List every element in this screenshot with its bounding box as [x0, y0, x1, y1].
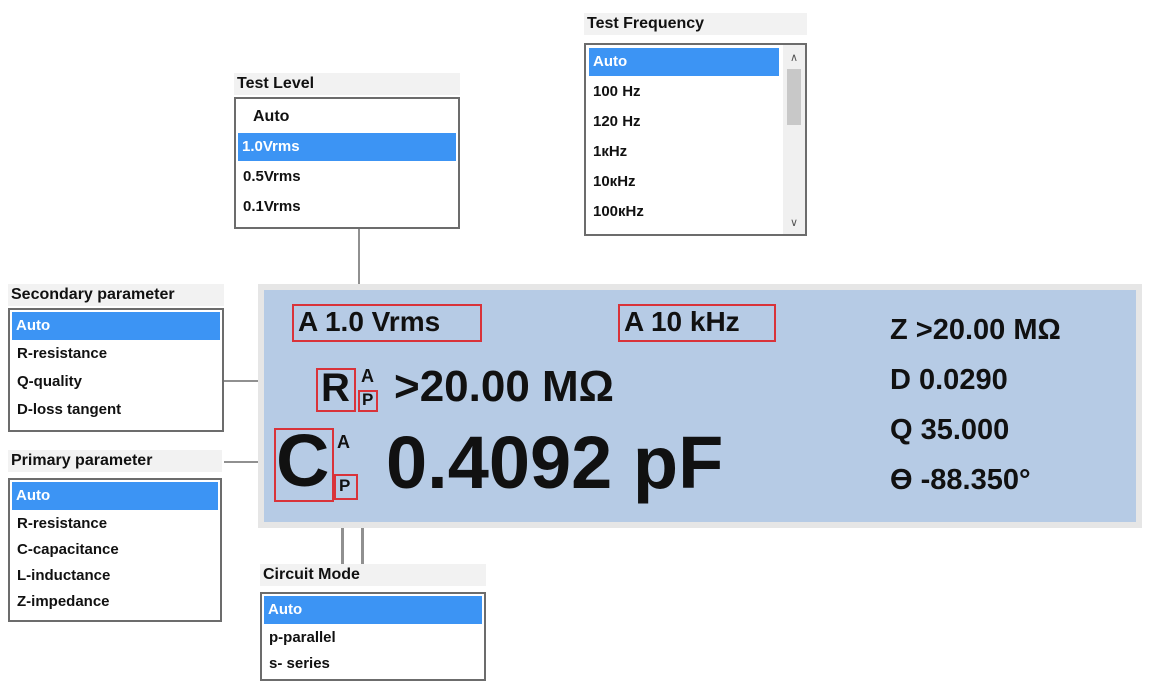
- d-readout: D 0.0290: [890, 364, 1008, 396]
- secondary-mode-circuit: P: [362, 390, 374, 409]
- measurement-display: A 1.0 Vrms A 10 kHz R A P >20.00 MΩ C A …: [258, 284, 1142, 528]
- circuit-mode-title: Circuit Mode: [260, 564, 486, 586]
- test-frequency-option-100hz[interactable]: 100 Hz: [589, 78, 779, 106]
- test-frequency-option-1khz[interactable]: 1кHz: [589, 138, 779, 166]
- theta-readout: ϴ -88.350°: [890, 464, 1031, 496]
- test-frequency-panel: Test Frequency Auto 100 Hz 120 Hz 1кHz 1…: [584, 13, 807, 236]
- circuit-mode-panel: Circuit Mode Auto p-parallel s- series: [260, 564, 486, 681]
- primary-param-option-z-impedance[interactable]: Z-impedance: [13, 588, 217, 616]
- primary-param-option-l-inductance[interactable]: L-inductance: [13, 562, 217, 590]
- primary-param-option-c-capacitance[interactable]: C-capacitance: [13, 536, 217, 564]
- level-readout: A 1.0 Vrms: [298, 306, 441, 337]
- primary-parameter-title: Primary parameter: [8, 450, 222, 472]
- test-frequency-option-120hz[interactable]: 120 Hz: [589, 108, 779, 136]
- test-level-panel: Test Level Auto 1.0Vrms 0.5Vrms 0.1Vrms: [234, 73, 460, 229]
- secondary-parameter-panel: Secondary parameter Auto R-resistance Q-…: [8, 284, 224, 432]
- test-level-option-auto[interactable]: Auto: [239, 103, 455, 131]
- primary-parameter-listbox[interactable]: Auto R-resistance C-capacitance L-induct…: [8, 478, 222, 622]
- test-frequency-option-auto[interactable]: Auto: [589, 48, 779, 76]
- test-frequency-title: Test Frequency: [584, 13, 807, 35]
- scroll-down-icon[interactable]: ∨: [783, 214, 805, 232]
- test-level-option-1vrms[interactable]: 1.0Vrms: [238, 133, 456, 161]
- primary-param-option-auto[interactable]: Auto: [12, 482, 218, 510]
- scroll-up-icon[interactable]: ∧: [783, 49, 805, 67]
- secondary-param-option-d-loss-tangent[interactable]: D-loss tangent: [13, 396, 219, 424]
- test-frequency-scrollbar[interactable]: ∧ ∨: [783, 45, 805, 234]
- q-readout: Q 35.000: [890, 414, 1010, 446]
- primary-param-option-r-resistance[interactable]: R-resistance: [13, 510, 217, 538]
- circuit-mode-option-auto[interactable]: Auto: [264, 596, 482, 624]
- test-level-listbox[interactable]: Auto 1.0Vrms 0.5Vrms 0.1Vrms: [234, 97, 460, 229]
- circuit-mode-option-series[interactable]: s- series: [265, 650, 481, 678]
- frequency-readout: A 10 kHz: [624, 306, 740, 337]
- secondary-value: >20.00 MΩ: [394, 362, 614, 411]
- primary-value: 0.4092 pF: [386, 421, 724, 504]
- test-level-option-01vrms[interactable]: 0.1Vrms: [239, 193, 455, 221]
- secondary-symbol: R: [321, 366, 350, 410]
- secondary-param-option-q-quality[interactable]: Q-quality: [13, 368, 219, 396]
- test-frequency-option-100khz[interactable]: 100кHz: [589, 198, 779, 226]
- primary-mode-auto: A: [337, 432, 350, 452]
- test-frequency-option-10khz[interactable]: 10кHz: [589, 168, 779, 196]
- z-readout: Z >20.00 MΩ: [890, 314, 1061, 346]
- test-level-option-05vrms[interactable]: 0.5Vrms: [239, 163, 455, 191]
- test-level-title: Test Level: [234, 73, 460, 95]
- secondary-parameter-listbox[interactable]: Auto R-resistance Q-quality D-loss tange…: [8, 308, 224, 432]
- secondary-param-option-r-resistance[interactable]: R-resistance: [13, 340, 219, 368]
- primary-symbol: C: [276, 419, 330, 502]
- secondary-param-option-auto[interactable]: Auto: [12, 312, 220, 340]
- test-frequency-listbox[interactable]: Auto 100 Hz 120 Hz 1кHz 10кHz 100кHz ∧ ∨: [584, 43, 807, 236]
- circuit-mode-listbox[interactable]: Auto p-parallel s- series: [260, 592, 486, 681]
- primary-parameter-panel: Primary parameter Auto R-resistance C-ca…: [8, 450, 222, 622]
- scrollbar-thumb[interactable]: [787, 69, 801, 125]
- circuit-mode-option-parallel[interactable]: p-parallel: [265, 624, 481, 652]
- secondary-mode-auto: A: [361, 366, 374, 386]
- secondary-parameter-title: Secondary parameter: [8, 284, 224, 306]
- primary-mode-circuit: P: [339, 476, 351, 495]
